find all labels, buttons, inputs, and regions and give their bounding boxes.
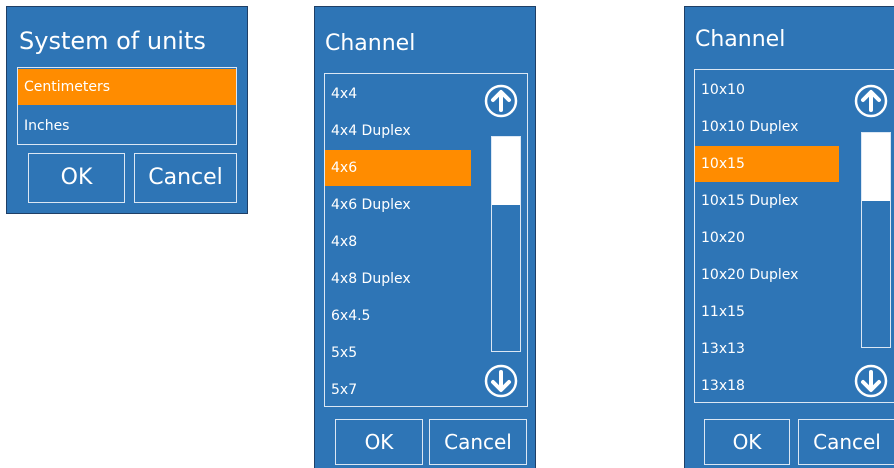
arrow-down-circle-icon [484, 364, 518, 398]
ok-button[interactable]: OK [335, 419, 423, 465]
cancel-button[interactable]: Cancel [134, 153, 237, 203]
ok-button[interactable]: OK [704, 419, 790, 465]
list-item[interactable]: 13x13 [695, 331, 843, 367]
list-item[interactable]: 10x10 Duplex [695, 109, 843, 145]
dialog-title: Channel [325, 31, 416, 56]
scroll-down-button[interactable] [854, 364, 888, 398]
list-item[interactable]: 10x10 [695, 72, 843, 108]
channel-dialog-2: Channel 10x10 10x10 Duplex 10x15 10x15 D… [684, 6, 894, 468]
arrow-down-circle-icon [854, 364, 888, 398]
channel-list: 10x10 10x10 Duplex 10x15 10x15 Duplex 10… [694, 69, 894, 403]
scroll-up-button[interactable] [854, 84, 888, 118]
scrollbar-track[interactable] [491, 136, 521, 352]
list-item[interactable]: 4x6 [325, 150, 471, 186]
list-item[interactable]: 6x4.5 [325, 298, 473, 334]
list-item[interactable]: 10x15 [695, 146, 839, 182]
list-item[interactable]: 13x18 [695, 368, 843, 402]
scroll-down-button[interactable] [484, 364, 518, 398]
ok-button[interactable]: OK [28, 153, 125, 203]
dialog-title: Channel [695, 27, 786, 52]
scrollbar-track[interactable] [861, 132, 891, 348]
channel-dialog-1: Channel 4x4 4x4 Duplex 4x6 4x6 Duplex 4x… [314, 6, 536, 468]
list-item-inches[interactable]: Inches [18, 108, 236, 144]
cancel-button[interactable]: Cancel [429, 419, 527, 465]
screenshot-canvas: System of units Centimeters Inches OK Ca… [0, 0, 894, 468]
list-item[interactable]: 4x8 Duplex [325, 261, 473, 297]
list-item-centimeters[interactable]: Centimeters [18, 69, 236, 105]
units-list: Centimeters Inches [17, 67, 237, 145]
system-of-units-dialog: System of units Centimeters Inches OK Ca… [6, 6, 248, 214]
list-item[interactable]: 4x8 [325, 224, 473, 260]
dialog-title: System of units [19, 27, 206, 55]
arrow-up-circle-icon [854, 84, 888, 118]
list-item[interactable]: 4x4 [325, 76, 473, 112]
arrow-up-circle-icon [484, 84, 518, 118]
scrollbar-thumb[interactable] [492, 137, 520, 205]
list-item[interactable]: 10x20 [695, 220, 843, 256]
list-item[interactable]: 4x6 Duplex [325, 187, 473, 223]
channel-list: 4x4 4x4 Duplex 4x6 4x6 Duplex 4x8 4x8 Du… [324, 73, 528, 407]
list-item[interactable]: 10x15 Duplex [695, 183, 843, 219]
list-item[interactable]: 10x20 Duplex [695, 257, 843, 293]
scrollbar-thumb[interactable] [862, 133, 890, 201]
list-item[interactable]: 5x5 [325, 335, 473, 371]
scroll-up-button[interactable] [484, 84, 518, 118]
list-item[interactable]: 11x15 [695, 294, 843, 330]
list-item[interactable]: 5x7 [325, 372, 473, 406]
list-item[interactable]: 4x4 Duplex [325, 113, 473, 149]
cancel-button[interactable]: Cancel [798, 419, 894, 465]
